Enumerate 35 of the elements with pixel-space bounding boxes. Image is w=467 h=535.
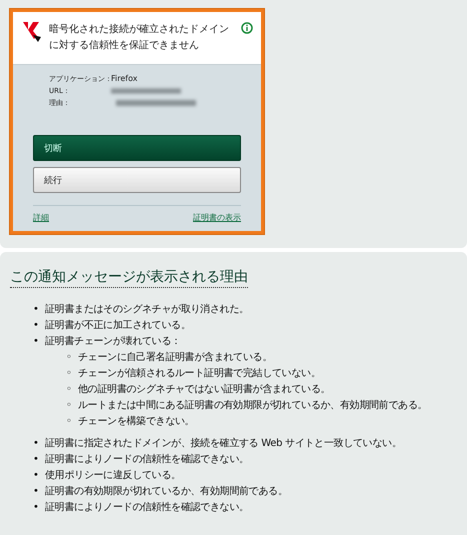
list-item-text: 証明書またはそのシグネチャが取り消された。	[45, 302, 249, 317]
section-heading: この通知メッセージが表示される理由	[10, 268, 248, 288]
dialog-title: 暗号化された接続が確立されたドメインに対する信頼性を保証できません	[49, 22, 230, 53]
list-bullet: ◦	[66, 351, 72, 365]
list-item-text: 証明書チェーンが壊れている：	[45, 334, 181, 349]
list-bullet: •	[33, 437, 39, 451]
logo-icon	[23, 22, 41, 42]
list-bullet: •	[33, 303, 39, 317]
list-item-text: 証明書によりノードの信頼性を確認できない。	[45, 500, 249, 515]
list-item-text: 証明書に指定されたドメインが、接続を確立する Web サイトと一致していない。	[45, 436, 402, 451]
list-bullet: •	[33, 485, 39, 499]
list-bullet: •	[33, 319, 39, 333]
list-item-text: チェーンに自己署名証明書が含まれている。	[78, 350, 272, 365]
disconnect-button[interactable]: 切断	[33, 135, 241, 161]
list-bullet: ◦	[66, 399, 72, 413]
list-bullet: •	[33, 453, 39, 467]
continue-button[interactable]: 続行	[33, 167, 241, 193]
list-bullet: ◦	[66, 383, 72, 397]
list-bullet: ◦	[66, 415, 72, 429]
list-item-text: チェーンが信頼されるルート証明書で完結していない。	[78, 366, 321, 381]
list-item-text: 証明書が不正に加工されている。	[45, 318, 191, 333]
list-bullet: •	[33, 469, 39, 483]
link[interactable]: 詳細	[33, 212, 49, 223]
field-value: Firefox	[111, 73, 138, 85]
list-item-text: 証明書によりノードの信頼性を確認できない。	[45, 452, 249, 467]
link[interactable]: 証明書の表示	[193, 212, 241, 223]
info-icon[interactable]	[241, 22, 253, 34]
list-item-text: チェーンを構築できない。	[78, 414, 194, 429]
list-bullet: •	[33, 335, 39, 349]
list-item-text: ルートまたは中間にある証明書の有効期限が切れているか、有効期間前である。	[78, 398, 428, 413]
list-item-text: 証明書の有効期限が切れているか、有効期間前である。	[45, 484, 288, 499]
list-item-text: 使用ポリシーに違反している。	[45, 468, 181, 483]
list-bullet: ◦	[66, 367, 72, 381]
list-bullet: •	[33, 501, 39, 515]
list-item-text: 他の証明書のシグネチャではない証明書が含まれている。	[78, 382, 330, 397]
